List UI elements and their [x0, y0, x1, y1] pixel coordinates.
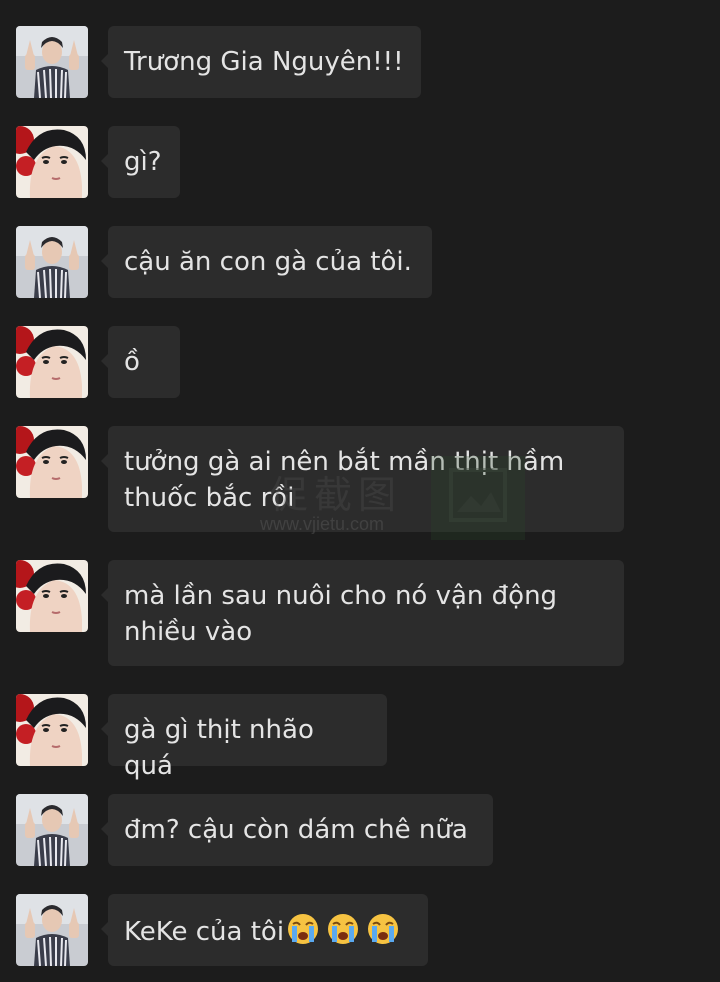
avatar-red-background-icon	[16, 426, 88, 498]
message-bubble[interactable]: Trương Gia Nguyên!!!	[101, 26, 421, 98]
avatar-user-a[interactable]	[16, 894, 88, 966]
message-bubble[interactable]: đm? cậu còn dám chê nữa	[101, 794, 493, 866]
avatar-user-a[interactable]	[16, 26, 88, 98]
avatar-striped-shirt-icon	[16, 26, 88, 98]
message-bubble[interactable]: gì?	[101, 126, 180, 198]
avatar-striped-shirt-icon	[16, 894, 88, 966]
avatar-red-background-icon	[16, 560, 88, 632]
avatar-red-background-icon	[16, 126, 88, 198]
message-bubble[interactable]: cậu ăn con gà của tôi.	[101, 226, 432, 298]
message-bubble[interactable]: ồ	[101, 326, 180, 398]
avatar-user-b[interactable]	[16, 560, 88, 632]
avatar-striped-shirt-icon	[16, 226, 88, 298]
message-bubble[interactable]: mà lần sau nuôi cho nó vận động nhiều và…	[101, 560, 624, 666]
avatar-red-background-icon	[16, 326, 88, 398]
loudly-crying-face-icon	[286, 912, 320, 946]
chat-window: Trương Gia Nguyên!!! gì? cậu ăn con gà c…	[0, 0, 720, 982]
avatar-striped-shirt-icon	[16, 794, 88, 866]
message-bubble[interactable]: gà gì thịt nhão quá	[101, 694, 387, 781]
avatar-user-a[interactable]	[16, 226, 88, 298]
emoji-group	[286, 912, 406, 956]
loudly-crying-face-icon	[326, 912, 360, 946]
avatar-user-b[interactable]	[16, 326, 88, 398]
message-text: KeKe của tôi	[124, 917, 285, 947]
message-bubble[interactable]: KeKe của tôi	[101, 894, 428, 966]
avatar-red-background-icon	[16, 694, 88, 766]
loudly-crying-face-icon	[366, 912, 400, 946]
avatar-user-a[interactable]	[16, 794, 88, 866]
avatar-user-b[interactable]	[16, 126, 88, 198]
message-bubble[interactable]: tưởng gà ai nên bắt mần thịt hầm thuốc b…	[101, 426, 624, 532]
avatar-user-b[interactable]	[16, 694, 88, 766]
avatar-user-b[interactable]	[16, 426, 88, 498]
